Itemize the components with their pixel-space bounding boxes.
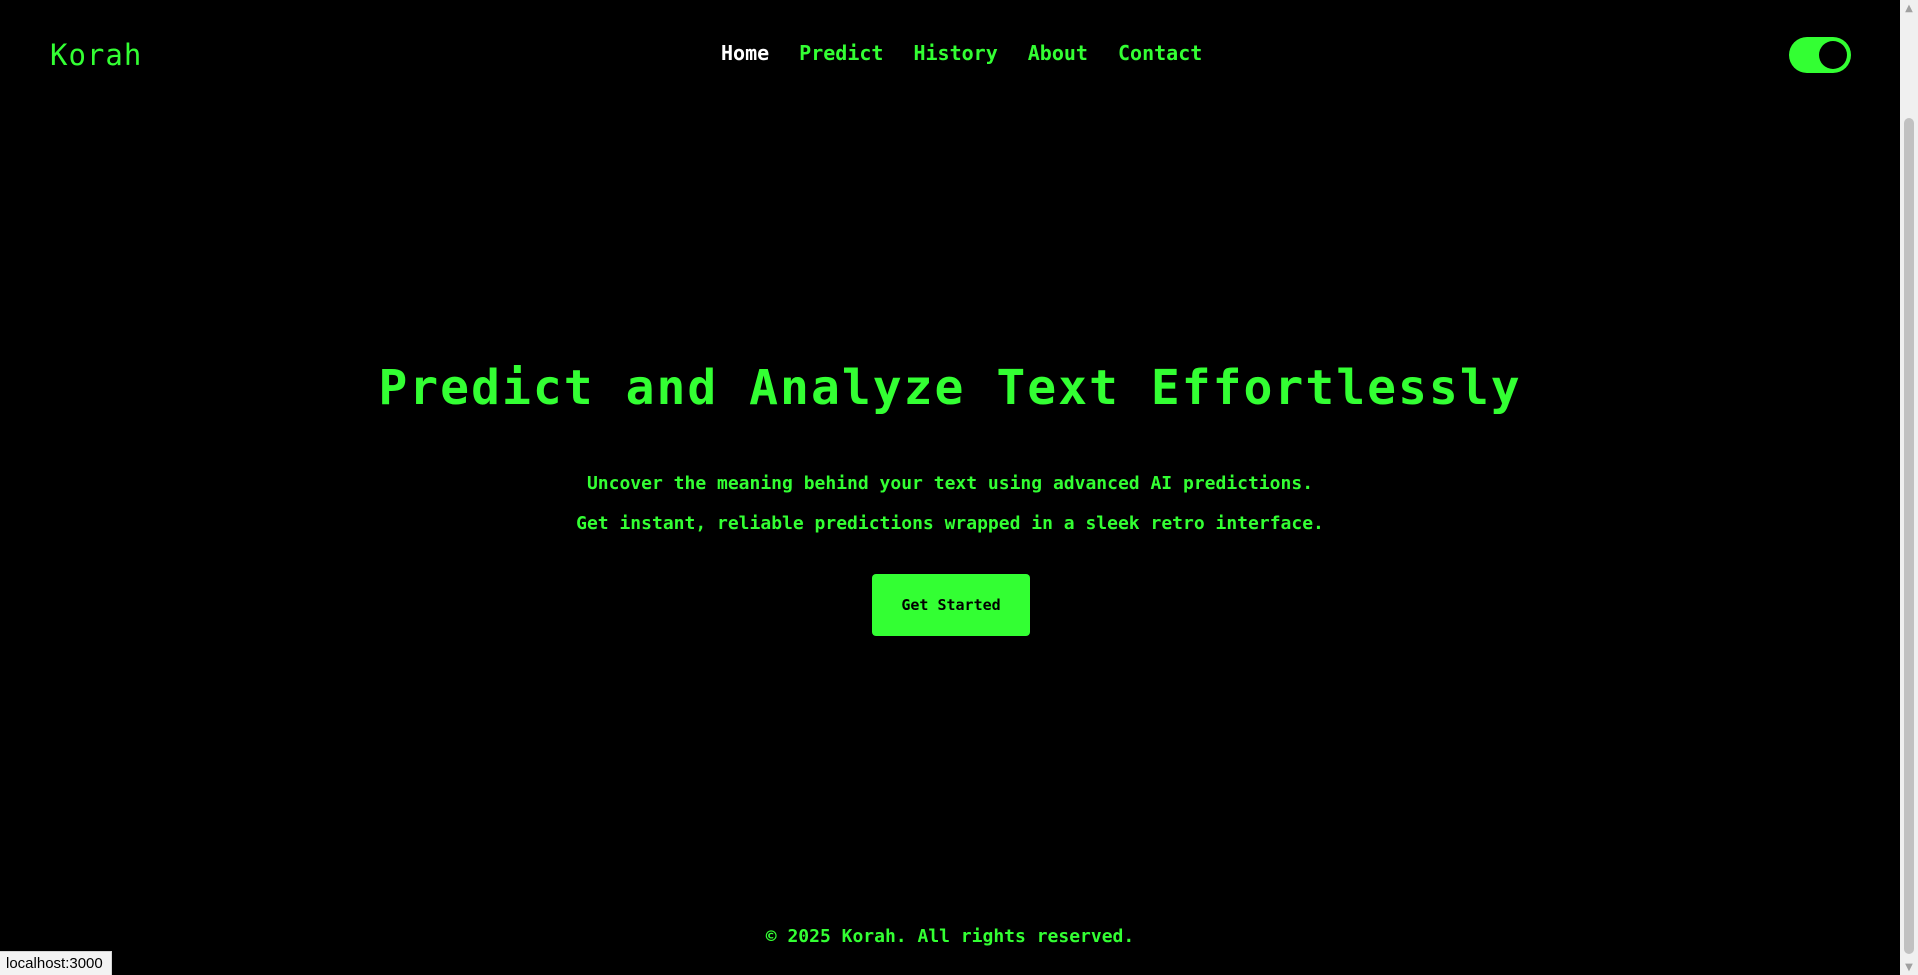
logo[interactable]: Korah (50, 38, 142, 72)
hero-title: Predict and Analyze Text Effortlessly (378, 360, 1522, 416)
nav-home[interactable]: Home (721, 41, 769, 65)
main-nav: Home Predict History About Contact (721, 41, 1202, 65)
nav-history[interactable]: History (913, 41, 997, 65)
nav-about[interactable]: About (1028, 41, 1088, 65)
get-started-button[interactable]: Get Started (872, 574, 1030, 636)
status-bar-url: localhost:3000 (0, 951, 112, 975)
header: Korah Home Predict History About Contact (0, 0, 1900, 112)
scroll-thumb[interactable] (1904, 118, 1914, 954)
nav-contact[interactable]: Contact (1118, 41, 1202, 65)
vertical-scrollbar[interactable]: ▲ ▼ (1900, 0, 1918, 975)
scroll-up-arrow-icon[interactable]: ▲ (1900, 0, 1918, 16)
nav-predict[interactable]: Predict (799, 41, 883, 65)
scroll-down-arrow-icon[interactable]: ▼ (1900, 959, 1918, 975)
hero-subtitle-line1: Uncover the meaning behind your text usi… (586, 473, 1314, 494)
footer-copyright: © 2025 Korah. All rights reserved. (765, 926, 1135, 947)
page: Korah Home Predict History About Contact… (0, 0, 1900, 975)
hero-subtitle-line2: Get instant, reliable predictions wrappe… (576, 513, 1324, 534)
theme-toggle[interactable] (1789, 37, 1851, 73)
toggle-knob (1819, 41, 1847, 69)
